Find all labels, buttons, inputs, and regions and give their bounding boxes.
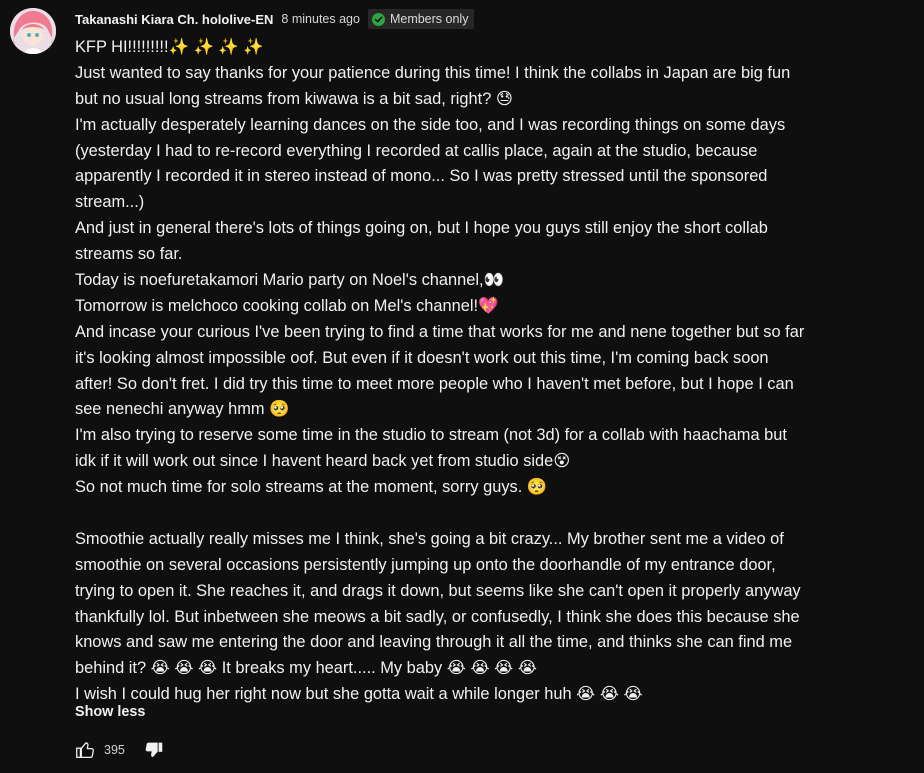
- comment-line: see nenechi anyway hmm 🥺: [75, 400, 290, 419]
- author-name[interactable]: Takanashi Kiara Ch. hololive-EN: [75, 12, 273, 27]
- comment-line: after! So don't fret. I did try this tim…: [75, 374, 794, 393]
- comment-line: but no usual long streams from kiwawa is…: [75, 89, 513, 108]
- badge-label: Members only: [389, 12, 469, 26]
- like-count: 395: [104, 743, 125, 757]
- avatar-image: [10, 8, 56, 54]
- comment-body: KFP HI!!!!!!!!!✨ ✨ ✨ ✨ Just wanted to sa…: [75, 35, 915, 708]
- comment-line: KFP HI!!!!!!!!!✨ ✨ ✨ ✨: [75, 38, 264, 56]
- comment-line: I wish I could hug her right now but she…: [75, 685, 643, 704]
- like-button[interactable]: [72, 737, 98, 763]
- comment-line: streams so far.: [75, 245, 183, 264]
- comment-line: idk if it will work out since I havent h…: [75, 452, 571, 471]
- checkmark-icon: [371, 12, 385, 26]
- comment-line: I'm also trying to reserve some time in …: [75, 426, 787, 445]
- comment-line: thankfully lol. But inbetween she meows …: [75, 607, 800, 626]
- comment-line: smoothie on several occasions persistent…: [75, 555, 776, 574]
- comment-header: Takanashi Kiara Ch. hololive-EN 8 minute…: [75, 9, 475, 29]
- comment-line: So not much time for solo streams at the…: [75, 478, 548, 497]
- members-only-badge: Members only: [367, 9, 475, 29]
- comment-line: it's looking almost impossible oof. But …: [75, 348, 769, 367]
- comment-line: knows and saw me entering the door and l…: [75, 633, 793, 652]
- show-less-button[interactable]: Show less: [75, 704, 145, 720]
- comment-thread: Takanashi Kiara Ch. hololive-EN 8 minute…: [0, 0, 924, 773]
- thumbs-down-icon: [145, 742, 163, 758]
- comment-timestamp[interactable]: 8 minutes ago: [281, 12, 360, 26]
- comment-line: trying to open it. She reaches it, and d…: [75, 581, 801, 600]
- comment-line: apparently I recorded it in stereo inste…: [75, 167, 768, 186]
- avatar[interactable]: [10, 8, 56, 54]
- comment-line: And just in general there's lots of thin…: [75, 219, 768, 238]
- comment-line: I'm actually desperately learning dances…: [75, 115, 786, 134]
- comment-line: stream...): [75, 193, 145, 212]
- dislike-button[interactable]: [141, 737, 167, 763]
- comment-line: Smoothie actually really misses me I thi…: [75, 529, 784, 548]
- comment-line: Today is noefuretakamori Mario party on …: [75, 271, 504, 290]
- comment-line: And incase your curious I've been trying…: [75, 322, 805, 341]
- comment-line: Tomorrow is melchoco cooking collab on M…: [75, 296, 499, 315]
- comment-line: (yesterday I had to re-record everything…: [75, 141, 758, 160]
- thumbs-up-icon: [76, 742, 94, 758]
- comment-line: Just wanted to say thanks for your patie…: [75, 63, 791, 82]
- comment-actions: 395: [72, 737, 167, 763]
- comment-line: behind it? 😭 😭 😭 It breaks my heart.....…: [75, 659, 538, 678]
